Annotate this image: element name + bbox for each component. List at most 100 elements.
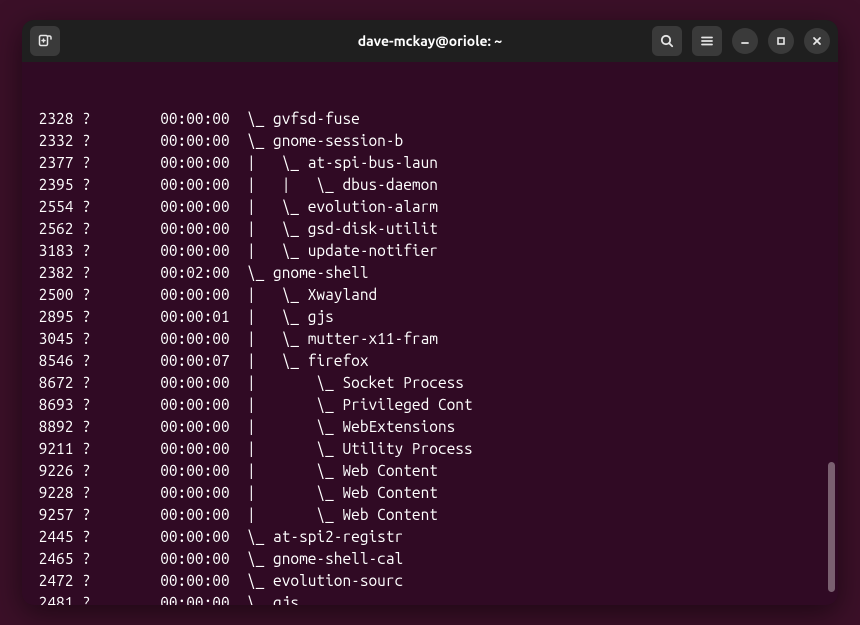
process-cmd: | \_ WebExtensions: [247, 418, 455, 435]
process-row: 8546? 00:00:07 | \_ firefox: [30, 350, 830, 372]
process-cmd: \_ gnome-shell: [247, 264, 369, 281]
maximize-button[interactable]: [768, 28, 794, 54]
pid: 8672: [30, 372, 73, 394]
cpu-time: 00:00:00: [160, 416, 229, 438]
process-cmd: | \_ gjs: [247, 308, 334, 325]
titlebar: dave-mckay@oriole: ~: [22, 20, 838, 62]
process-cmd: | \_ Xwayland: [247, 286, 377, 303]
tty: ?: [73, 152, 90, 174]
hamburger-icon: [699, 33, 715, 49]
process-row: 2472?00:00:00\_ evolution-sourc: [30, 570, 830, 592]
pid: 2472: [30, 570, 73, 592]
cpu-time: 00:02:00: [160, 262, 229, 284]
pid: 2377: [30, 152, 73, 174]
process-row: 2465? 00:00:00 \_ gnome-shell-cal: [30, 548, 830, 570]
scrollbar-thumb[interactable]: [828, 462, 835, 592]
cpu-time: 00:00:00: [160, 196, 229, 218]
close-icon: [810, 34, 824, 48]
process-cmd: \_ at-spi2-registr: [247, 528, 403, 545]
tty: ?: [73, 328, 90, 350]
process-cmd: \_ evolution-sourc: [247, 572, 403, 589]
cpu-time: 00:00:00: [160, 438, 229, 460]
process-row: 8672?00:00:00| \_ Socket Process: [30, 372, 830, 394]
cpu-time: 00:00:00: [160, 592, 229, 605]
pid: 8546: [30, 350, 73, 372]
cpu-time: 00:00:00: [160, 482, 229, 504]
process-cmd: | \_ at-spi-bus-laun: [247, 154, 438, 171]
pid: 2465: [30, 548, 73, 570]
cpu-time: 00:00:00: [160, 218, 229, 240]
process-cmd: | \_ Web Content: [247, 462, 438, 479]
process-cmd: \_ gnome-session-b: [247, 132, 403, 149]
cpu-time: 00:00:00: [160, 240, 229, 262]
process-row: 2500?00:00:00| \_ Xwayland: [30, 284, 830, 306]
pid: 2500: [30, 284, 73, 306]
process-row: 9228?00:00:00| \_ Web Content: [30, 482, 830, 504]
process-row: 2328? 00:00:00 \_ gvfsd-fuse: [30, 108, 830, 130]
pid: 8892: [30, 416, 73, 438]
tty: ?: [73, 108, 90, 130]
pid: 3045: [30, 328, 73, 350]
process-row: 2895?00:00:01| \_ gjs: [30, 306, 830, 328]
tty: ?: [73, 306, 90, 328]
tty: ?: [73, 592, 90, 605]
tty: ?: [73, 350, 90, 372]
minimize-icon: [738, 34, 752, 48]
cpu-time: 00:00:07: [160, 350, 229, 372]
cpu-time: 00:00:00: [160, 548, 229, 570]
cpu-time: 00:00:00: [160, 526, 229, 548]
terminal-output[interactable]: 2328? 00:00:00 \_ gvfsd-fuse 2332? 00:00:00 \…: [22, 62, 838, 605]
cpu-time: 00:00:00: [160, 130, 229, 152]
pid: 2554: [30, 196, 73, 218]
tty: ?: [73, 196, 90, 218]
pid: 9228: [30, 482, 73, 504]
tty: ?: [73, 460, 90, 482]
pid: 2445: [30, 526, 73, 548]
process-row: 9211? 00:00:00 | \_ Utility Process: [30, 438, 830, 460]
process-cmd: \_ gvfsd-fuse: [247, 110, 360, 127]
minimize-button[interactable]: [732, 28, 758, 54]
cpu-time: 00:00:00: [160, 460, 229, 482]
menu-button[interactable]: [692, 26, 722, 56]
tty: ?: [73, 394, 90, 416]
new-tab-button[interactable]: [30, 26, 60, 56]
cpu-time: 00:00:00: [160, 394, 229, 416]
pid: 3183: [30, 240, 73, 262]
new-tab-icon: [37, 33, 53, 49]
process-cmd: | | \_ dbus-daemon: [247, 176, 438, 193]
process-cmd: | \_ Utility Process: [247, 440, 473, 457]
tty: ?: [73, 174, 90, 196]
process-cmd: \_ gnome-shell-cal: [247, 550, 403, 567]
cpu-time: 00:00:00: [160, 108, 229, 130]
process-cmd: \_ gjs: [247, 594, 299, 605]
terminal-window: dave-mckay@oriole: ~: [22, 20, 838, 605]
close-button[interactable]: [804, 28, 830, 54]
search-button[interactable]: [652, 26, 682, 56]
pid: 2895: [30, 306, 73, 328]
tty: ?: [73, 130, 90, 152]
tty: ?: [73, 548, 90, 570]
tty: ?: [73, 372, 90, 394]
process-cmd: | \_ Socket Process: [247, 374, 464, 391]
process-cmd: | \_ firefox: [247, 352, 369, 369]
tty: ?: [73, 262, 90, 284]
tty: ?: [73, 284, 90, 306]
pid: 2562: [30, 218, 73, 240]
pid: 8693: [30, 394, 73, 416]
pid: 2332: [30, 130, 73, 152]
process-cmd: | \_ Privileged Cont: [247, 396, 473, 413]
process-row: 9257?00:00:00| \_ Web Content: [30, 504, 830, 526]
process-cmd: | \_ update-notifier: [247, 242, 438, 259]
process-row: 2481?00:00:00\_ gjs: [30, 592, 830, 605]
process-cmd: | \_ Web Content: [247, 484, 438, 501]
tty: ?: [73, 218, 90, 240]
pid: 9226: [30, 460, 73, 482]
process-cmd: | \_ Web Content: [247, 506, 438, 523]
cpu-time: 00:00:00: [160, 328, 229, 350]
process-row: 2562? 00:00:00 | \_ gsd-disk-utilit: [30, 218, 830, 240]
pid: 9211: [30, 438, 73, 460]
process-row: 8892?00:00:00| \_ WebExtensions: [30, 416, 830, 438]
process-cmd: | \_ gsd-disk-utilit: [247, 220, 438, 237]
tty: ?: [73, 438, 90, 460]
pid: 2328: [30, 108, 73, 130]
